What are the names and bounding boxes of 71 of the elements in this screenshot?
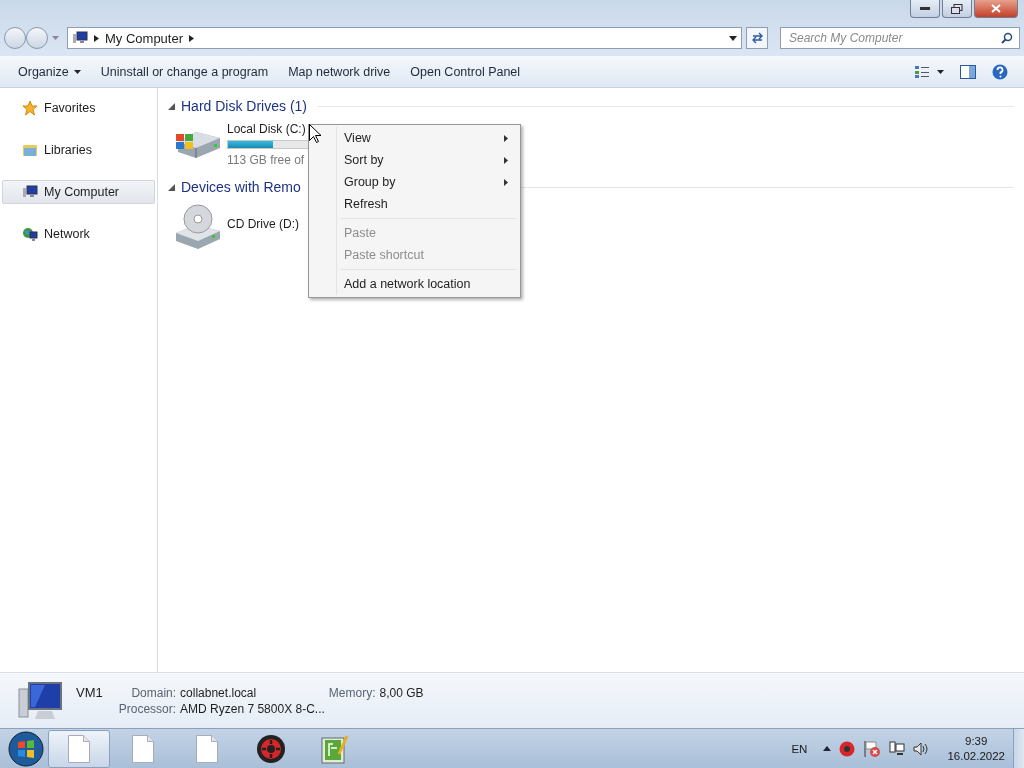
network-status-icon[interactable] (889, 740, 906, 757)
toolbar-button[interactable]: Map network drive (278, 60, 401, 83)
address-bar[interactable]: My Computer (67, 27, 742, 49)
refresh-button[interactable] (746, 27, 768, 49)
free-space-text: 113 GB free of (227, 153, 305, 167)
field-label: Processor: (118, 702, 177, 716)
search-box[interactable]: Search My Computer (780, 27, 1020, 49)
star-icon (22, 100, 38, 116)
field-label: Domain: (130, 686, 177, 700)
minimize-button[interactable] (910, 0, 940, 18)
computer-icon (72, 30, 88, 46)
refresh-icon (750, 32, 764, 44)
tray-app-icon[interactable] (839, 740, 856, 757)
sidebar-item[interactable]: Network (2, 222, 155, 246)
gear-icon (256, 733, 286, 764)
submenu-arrow-icon (504, 178, 508, 186)
speaker-icon[interactable] (913, 740, 930, 757)
toolbar-button[interactable]: Organize (8, 60, 91, 83)
language-indicator[interactable]: EN (791, 742, 808, 755)
network-icon (22, 226, 38, 242)
drive-name[interactable]: CD Drive (D:) (227, 217, 299, 231)
menu-item[interactable]: Group by (311, 171, 518, 193)
restore-icon (951, 3, 963, 14)
minimize-icon (920, 7, 930, 10)
group-title: Devices with Remo (181, 179, 301, 195)
notepad-icon (321, 733, 349, 764)
field-label: Memory: (328, 686, 376, 700)
help-icon[interactable] (992, 63, 1008, 80)
clock-time: 9:39 (965, 733, 988, 749)
sidebar-item[interactable]: Libraries (2, 138, 155, 162)
chevron-icon (94, 34, 99, 42)
start-button[interactable] (8, 730, 44, 767)
menu-item[interactable]: Add a network location (311, 273, 518, 295)
close-icon (991, 4, 1001, 13)
show-hidden-icons-arrow-icon[interactable] (823, 746, 832, 751)
collapse-triangle-icon[interactable] (168, 102, 175, 110)
chevron-icon (189, 34, 195, 42)
submenu-arrow-icon (504, 156, 508, 164)
restore-button[interactable] (942, 0, 972, 18)
dropdown-arrow-icon[interactable] (729, 35, 737, 41)
computer-icon (22, 184, 38, 200)
toolbar-button[interactable]: Uninstall or change a program (90, 60, 279, 83)
field-value: collabnet.local (180, 686, 258, 700)
folder-icon (22, 142, 38, 158)
menu-item[interactable]: Sort by (311, 149, 518, 171)
group-title: Hard Disk Drives (1) (181, 98, 307, 114)
address-path[interactable]: My Computer (105, 30, 184, 46)
search-field[interactable]: Search My Computer (787, 30, 1001, 46)
document-icon (68, 734, 90, 763)
field-value: AMD Ryzen 7 5800X 8-C... (180, 702, 325, 716)
caret-icon[interactable] (937, 69, 944, 74)
view-list-icon[interactable] (915, 65, 929, 78)
caret-icon (73, 69, 81, 74)
cd-drive-icon (174, 203, 222, 249)
sidebar-item[interactable]: My Computer (2, 180, 155, 204)
collapse-triangle-icon[interactable] (168, 183, 175, 191)
submenu-arrow-icon (504, 134, 508, 142)
clock-date: 16.02.2022 (947, 748, 1005, 764)
toolbar-button[interactable]: Open Control Panel (400, 60, 531, 83)
search-icon (1001, 32, 1013, 44)
preview-pane-icon[interactable] (960, 64, 976, 79)
document-icon (132, 734, 154, 763)
document-icon (196, 734, 218, 763)
flag-warning-icon[interactable] (863, 739, 882, 758)
computer-name: VM1 (76, 685, 103, 700)
field-value: 8,00 GB (379, 686, 424, 700)
computer-icon (18, 680, 62, 721)
drive-name[interactable]: Local Disk (C:) (227, 122, 306, 136)
sidebar-item[interactable]: Favorites (2, 96, 155, 120)
close-button[interactable] (974, 0, 1018, 18)
menu-item[interactable]: Refresh (311, 193, 518, 215)
